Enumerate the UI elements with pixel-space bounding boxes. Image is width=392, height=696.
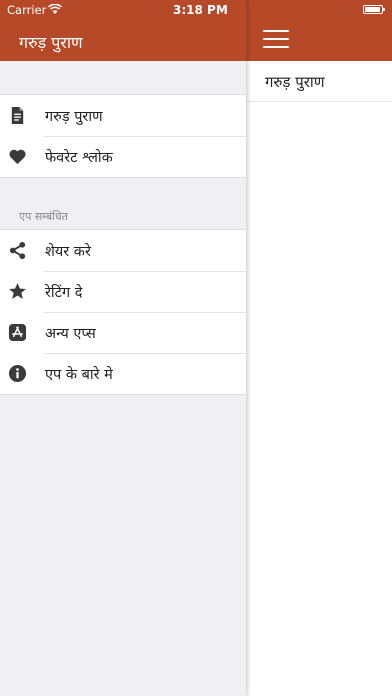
menu-item-garud-puran[interactable]: गरुड़ पुराण <box>0 95 246 136</box>
primary-menu-group: गरुड़ पुराण फेवरेट श्लोक <box>0 94 246 178</box>
menu-item-label: रेटिंग दे <box>45 285 83 301</box>
drawer-title: गरुड़ पुराण <box>19 33 83 52</box>
menu-bar-icon <box>263 38 289 40</box>
section-header-app-related: एप सम्बंधित <box>19 210 69 223</box>
share-icon <box>9 241 26 260</box>
info-icon <box>8 364 27 383</box>
carrier-label: Carrier <box>7 3 47 17</box>
menu-item-share[interactable]: शेयर करे <box>0 230 246 271</box>
menu-item-label: एप के बारे मे <box>45 367 113 383</box>
star-icon <box>9 283 26 299</box>
wifi-icon <box>48 4 62 14</box>
drawer-header: Carrier 3:18 PM गरुड़ पुराण <box>0 0 246 61</box>
menu-item-label: अन्य एप्स <box>45 326 96 342</box>
battery-icon <box>363 5 385 14</box>
menu-item-other-apps[interactable]: अन्य एप्स <box>0 312 246 353</box>
menu-item-label: गरुड़ पुराण <box>45 109 103 125</box>
menu-item-about[interactable]: एप के बारे मे <box>0 353 246 394</box>
menu-item-rating[interactable]: रेटिंग दे <box>0 271 246 312</box>
document-icon <box>11 106 24 125</box>
menu-bar-icon <box>263 30 289 32</box>
menu-item-label: शेयर करे <box>45 244 91 260</box>
app-store-icon <box>8 323 27 342</box>
heart-icon <box>9 149 26 165</box>
list-item-label: गरुड़ पुराण <box>265 73 325 91</box>
list-item[interactable]: गरुड़ पुराण <box>246 61 392 102</box>
menu-item-favorite-shlok[interactable]: फेवरेट श्लोक <box>0 136 246 177</box>
menu-bar-icon <box>263 46 289 48</box>
side-drawer: Carrier 3:18 PM गरुड़ पुराण गरुड़ पुराण … <box>0 0 246 696</box>
app-menu-group: शेयर करे रेटिंग दे अन्य एप्स एप के बारे … <box>0 229 246 395</box>
clock-label: 3:18 PM <box>173 3 228 17</box>
menu-item-label: फेवरेट श्लोक <box>45 150 113 166</box>
hamburger-menu-button[interactable] <box>263 30 289 50</box>
